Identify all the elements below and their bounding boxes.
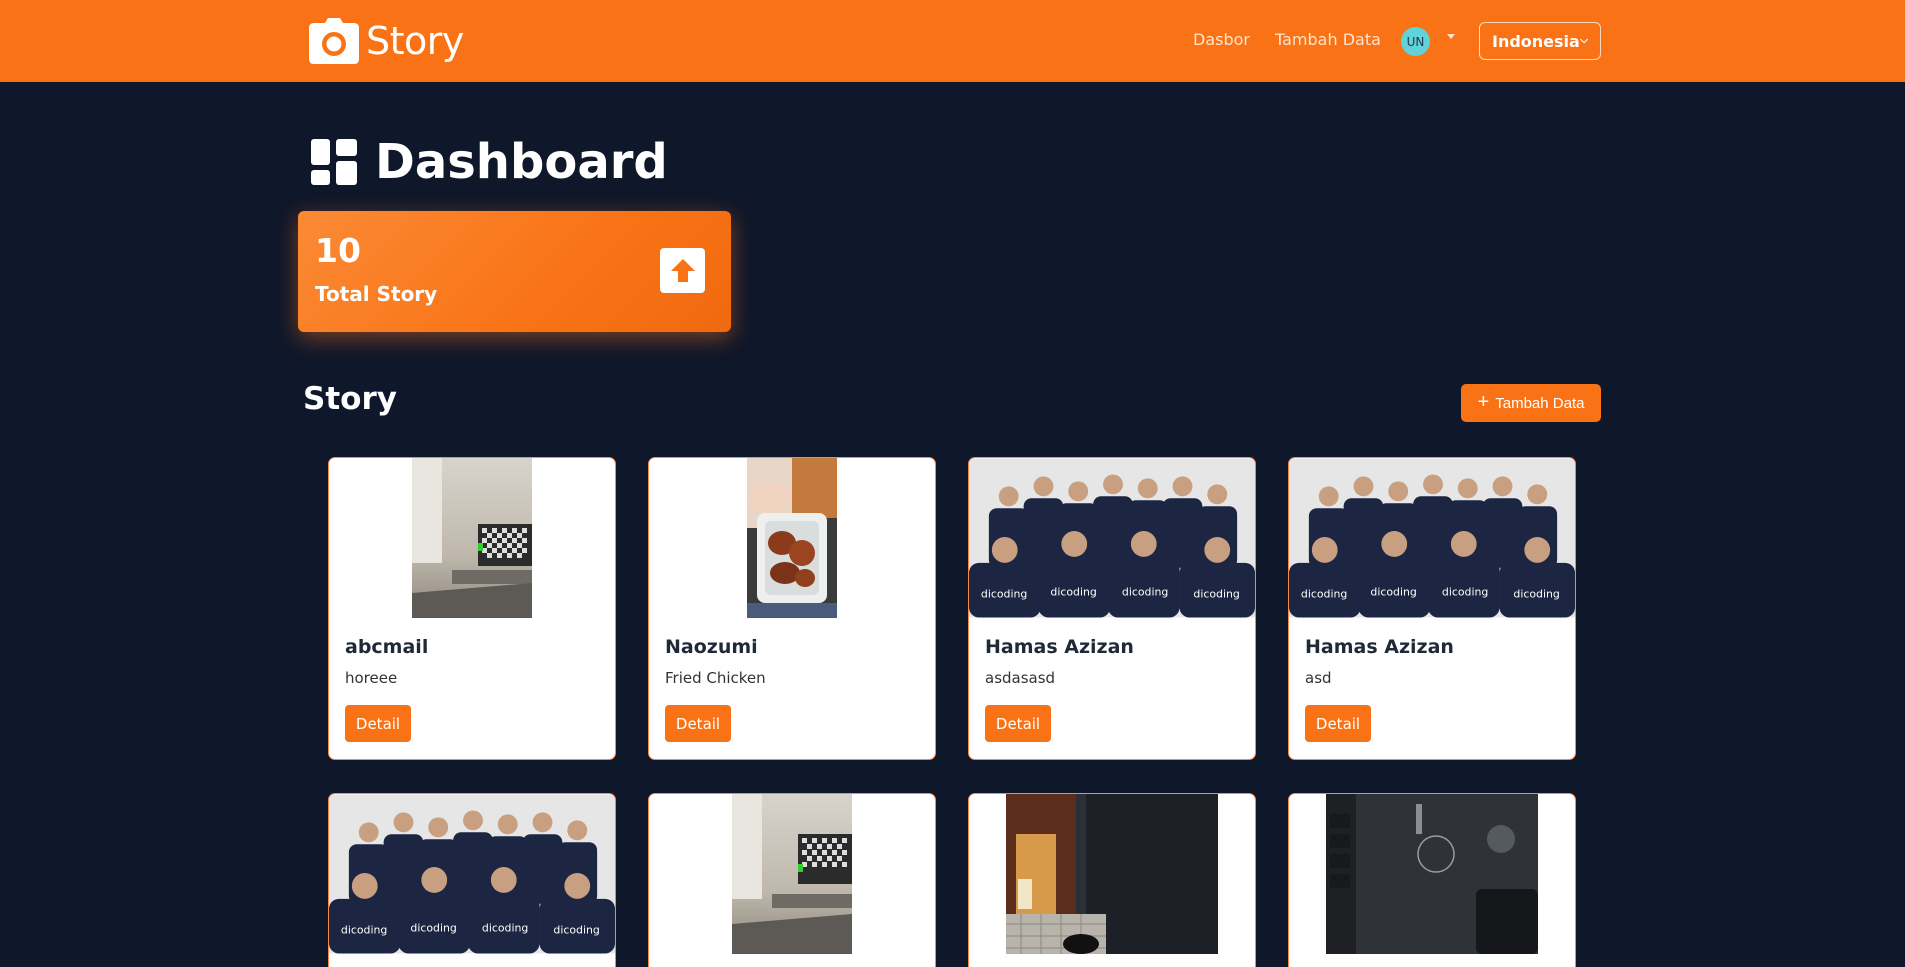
group-photo-image: dicoding dicoding dicoding dicoding bbox=[1289, 458, 1575, 618]
svg-text:dicoding: dicoding bbox=[1442, 586, 1488, 599]
story-description: asdasasd bbox=[985, 669, 1056, 687]
detail-button[interactable]: Detail bbox=[665, 705, 731, 742]
svg-text:dicoding: dicoding bbox=[410, 922, 456, 935]
story-description: Fried Chicken bbox=[665, 669, 766, 687]
svg-text:dicoding: dicoding bbox=[553, 924, 599, 937]
add-story-label: Tambah Data bbox=[1495, 394, 1585, 412]
total-story-card: 10 Total Story bbox=[298, 211, 731, 332]
detail-button[interactable]: Detail bbox=[345, 705, 411, 742]
avatar[interactable]: UN bbox=[1401, 27, 1430, 56]
story-section-title: Story bbox=[303, 381, 397, 417]
total-story-label: Total Story bbox=[315, 282, 438, 306]
nav-link-dasbor[interactable]: Dasbor bbox=[1193, 30, 1250, 49]
svg-text:dicoding: dicoding bbox=[1301, 588, 1347, 601]
detail-button[interactable]: Detail bbox=[985, 705, 1051, 742]
story-image bbox=[329, 458, 615, 618]
group-photo-image: dicoding dicoding dicoding dicoding bbox=[969, 458, 1255, 618]
story-image: dicoding dicoding dicoding dicoding bbox=[329, 794, 615, 954]
group-photo-image: dicoding dicoding dicoding dicoding bbox=[329, 794, 615, 954]
dark-object-closeup-image bbox=[1006, 794, 1218, 954]
dashboard-icon bbox=[311, 139, 357, 185]
story-author: Naozumi bbox=[665, 636, 758, 658]
detail-button[interactable]: Detail bbox=[1305, 705, 1371, 742]
svg-text:dicoding: dicoding bbox=[482, 922, 528, 935]
story-card bbox=[648, 793, 936, 967]
page-title: Dashboard bbox=[375, 134, 668, 190]
camera-icon bbox=[309, 18, 359, 64]
story-card: abcmail horeee Detail bbox=[328, 457, 616, 760]
nav-link-tambah-data[interactable]: Tambah Data bbox=[1275, 30, 1381, 49]
story-card: dicoding dicoding dicoding dicoding bbox=[328, 793, 616, 967]
language-select[interactable]: Indonesia bbox=[1479, 22, 1601, 60]
story-image bbox=[969, 794, 1255, 954]
story-card: dicoding dicoding dicoding dicoding Hamas A… bbox=[1288, 457, 1576, 760]
story-image bbox=[649, 458, 935, 618]
story-description: asd bbox=[1305, 669, 1332, 687]
story-card: Naozumi Fried Chicken Detail bbox=[648, 457, 936, 760]
svg-text:dicoding: dicoding bbox=[1122, 586, 1168, 599]
total-story-value: 10 bbox=[315, 231, 361, 270]
svg-text:dicoding: dicoding bbox=[1370, 586, 1416, 599]
story-author: Hamas Azizan bbox=[1305, 636, 1454, 658]
svg-text:dicoding: dicoding bbox=[981, 588, 1027, 601]
language-select-value: Indonesia bbox=[1492, 31, 1580, 51]
story-image bbox=[649, 794, 935, 954]
dark-device-closeup-image bbox=[1326, 794, 1538, 954]
story-description: horeee bbox=[345, 669, 398, 687]
living-room-tv-image bbox=[732, 794, 852, 954]
svg-text:dicoding: dicoding bbox=[1513, 588, 1559, 601]
story-card bbox=[968, 793, 1256, 967]
upload-icon bbox=[660, 248, 705, 293]
dashboard-header: Dashboard bbox=[311, 134, 668, 190]
story-image bbox=[1289, 794, 1575, 954]
svg-text:dicoding: dicoding bbox=[1193, 588, 1239, 601]
story-card: dicoding dicoding dicoding dicoding Hamas A… bbox=[968, 457, 1256, 760]
story-author: abcmail bbox=[345, 636, 429, 658]
brand[interactable]: Story bbox=[308, 16, 464, 66]
story-author: Hamas Azizan bbox=[985, 636, 1134, 658]
story-card bbox=[1288, 793, 1576, 967]
story-image: dicoding dicoding dicoding dicoding bbox=[969, 458, 1255, 618]
svg-text:dicoding: dicoding bbox=[341, 924, 387, 937]
fried-chicken-image bbox=[747, 458, 837, 618]
svg-text:dicoding: dicoding bbox=[1050, 586, 1096, 599]
living-room-tv-image bbox=[412, 458, 532, 618]
add-story-button[interactable]: + Tambah Data bbox=[1461, 384, 1601, 422]
story-image: dicoding dicoding dicoding dicoding bbox=[1289, 458, 1575, 618]
chevron-down-icon bbox=[1579, 38, 1588, 44]
plus-icon: + bbox=[1477, 391, 1490, 413]
navbar: Story Dasbor Tambah Data UN Indonesia bbox=[0, 0, 1905, 82]
caret-down-icon[interactable] bbox=[1447, 34, 1455, 39]
brand-name: Story bbox=[366, 19, 464, 63]
